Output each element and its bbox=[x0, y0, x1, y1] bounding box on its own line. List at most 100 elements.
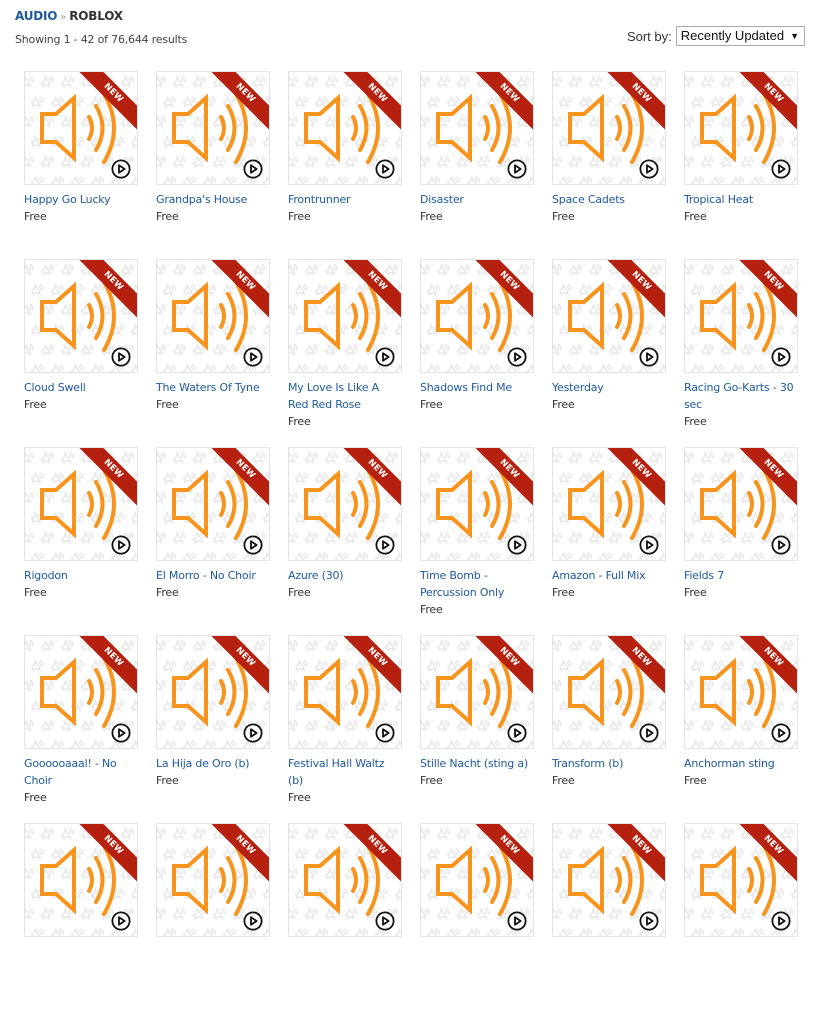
play-icon[interactable] bbox=[639, 347, 659, 367]
audio-thumbnail[interactable]: NEW bbox=[156, 447, 270, 561]
sort-select[interactable]: Recently Updated ▼ bbox=[675, 26, 805, 46]
audio-title-link[interactable]: Azure (30) bbox=[288, 567, 400, 584]
audio-thumbnail[interactable]: NEW bbox=[552, 259, 666, 373]
audio-title-link[interactable]: Shadows Find Me bbox=[420, 379, 532, 396]
audio-item: NEW Festival Hall Waltz (b) Free bbox=[288, 635, 402, 823]
audio-thumbnail[interactable]: NEW bbox=[420, 71, 534, 185]
audio-thumbnail[interactable]: NEW bbox=[24, 259, 138, 373]
audio-thumbnail[interactable]: NEW bbox=[684, 823, 798, 937]
audio-thumbnail[interactable]: NEW bbox=[420, 447, 534, 561]
audio-thumbnail[interactable]: NEW bbox=[156, 635, 270, 749]
audio-item: NEW El Morro - No Choir Free bbox=[156, 447, 270, 635]
play-icon[interactable] bbox=[507, 911, 527, 931]
audio-title-link[interactable]: Amazon - Full Mix bbox=[552, 567, 664, 584]
play-icon[interactable] bbox=[639, 723, 659, 743]
audio-item: NEW Yesterday Free bbox=[552, 259, 666, 447]
audio-title-link[interactable]: Festival Hall Waltz (b) bbox=[288, 755, 400, 789]
audio-thumbnail[interactable]: NEW bbox=[156, 259, 270, 373]
audio-title-link[interactable]: Stille Nacht (sting a) bbox=[420, 755, 532, 772]
audio-title-link[interactable]: Happy Go Lucky bbox=[24, 191, 136, 208]
play-icon[interactable] bbox=[771, 911, 791, 931]
audio-title-link[interactable]: Goooooaaal! - No Choir bbox=[24, 755, 136, 789]
play-icon[interactable] bbox=[243, 347, 263, 367]
play-icon[interactable] bbox=[375, 535, 395, 555]
play-icon[interactable] bbox=[771, 347, 791, 367]
audio-title-link[interactable]: El Morro - No Choir bbox=[156, 567, 268, 584]
play-icon[interactable] bbox=[639, 535, 659, 555]
audio-title-link[interactable]: My Love Is Like A Red Red Rose bbox=[288, 379, 400, 413]
audio-title-link[interactable]: Racing Go-Karts - 30 sec bbox=[684, 379, 796, 413]
audio-item: NEW Fields 7 Free bbox=[684, 447, 798, 635]
play-icon[interactable] bbox=[243, 159, 263, 179]
play-icon[interactable] bbox=[375, 723, 395, 743]
audio-thumbnail[interactable]: NEW bbox=[288, 447, 402, 561]
audio-title-link[interactable]: Fields 7 bbox=[684, 567, 796, 584]
audio-thumbnail[interactable]: NEW bbox=[24, 71, 138, 185]
audio-title-link[interactable]: La Hija de Oro (b) bbox=[156, 755, 268, 772]
play-icon[interactable] bbox=[507, 347, 527, 367]
play-icon[interactable] bbox=[243, 723, 263, 743]
play-icon[interactable] bbox=[243, 535, 263, 555]
play-icon[interactable] bbox=[375, 911, 395, 931]
audio-title-link[interactable]: Space Cadets bbox=[552, 191, 664, 208]
play-icon[interactable] bbox=[111, 347, 131, 367]
audio-item: NEW Disaster Free bbox=[420, 71, 534, 259]
play-icon[interactable] bbox=[507, 535, 527, 555]
audio-thumbnail[interactable]: NEW bbox=[288, 635, 402, 749]
play-icon[interactable] bbox=[507, 723, 527, 743]
audio-thumbnail[interactable]: NEW bbox=[288, 71, 402, 185]
audio-title-link[interactable]: Cloud Swell bbox=[24, 379, 136, 396]
play-icon[interactable] bbox=[639, 911, 659, 931]
audio-title-link[interactable]: Yesterday bbox=[552, 379, 664, 396]
audio-thumbnail[interactable]: NEW bbox=[288, 259, 402, 373]
audio-price: Free bbox=[552, 398, 575, 411]
audio-thumbnail[interactable]: NEW bbox=[420, 635, 534, 749]
play-icon[interactable] bbox=[111, 535, 131, 555]
play-icon[interactable] bbox=[243, 911, 263, 931]
audio-title-link[interactable]: The Waters Of Tyne bbox=[156, 379, 268, 396]
play-icon[interactable] bbox=[111, 159, 131, 179]
audio-item: NEW bbox=[420, 823, 534, 1011]
audio-thumbnail[interactable]: NEW bbox=[24, 447, 138, 561]
audio-thumbnail[interactable]: NEW bbox=[552, 635, 666, 749]
audio-title-link[interactable]: Disaster bbox=[420, 191, 532, 208]
audio-title-link[interactable]: Transform (b) bbox=[552, 755, 664, 772]
audio-title-link[interactable]: Time Bomb - Percussion Only bbox=[420, 567, 532, 601]
audio-thumbnail[interactable]: NEW bbox=[552, 823, 666, 937]
audio-thumbnail[interactable]: NEW bbox=[420, 823, 534, 937]
play-icon[interactable] bbox=[375, 159, 395, 179]
audio-title-link[interactable]: Tropical Heat bbox=[684, 191, 796, 208]
play-icon[interactable] bbox=[771, 723, 791, 743]
audio-title-link[interactable]: Rigodon bbox=[24, 567, 136, 584]
audio-title-link[interactable]: Frontrunner bbox=[288, 191, 400, 208]
audio-thumbnail[interactable]: NEW bbox=[684, 71, 798, 185]
play-icon[interactable] bbox=[507, 159, 527, 179]
audio-thumbnail[interactable]: NEW bbox=[156, 71, 270, 185]
audio-item: NEW Stille Nacht (sting a) Free bbox=[420, 635, 534, 823]
play-icon[interactable] bbox=[375, 347, 395, 367]
audio-thumbnail[interactable]: NEW bbox=[24, 635, 138, 749]
audio-price: Free bbox=[684, 586, 707, 599]
play-icon[interactable] bbox=[771, 535, 791, 555]
audio-title-link[interactable]: Grandpa's House bbox=[156, 191, 268, 208]
play-icon[interactable] bbox=[111, 723, 131, 743]
play-icon[interactable] bbox=[111, 911, 131, 931]
audio-price: Free bbox=[684, 415, 707, 428]
audio-thumbnail[interactable]: NEW bbox=[684, 447, 798, 561]
audio-thumbnail[interactable]: NEW bbox=[684, 259, 798, 373]
audio-thumbnail[interactable]: NEW bbox=[552, 71, 666, 185]
audio-thumbnail[interactable]: NEW bbox=[24, 823, 138, 937]
breadcrumb-audio-link[interactable]: AUDIO bbox=[15, 9, 57, 23]
audio-price: Free bbox=[420, 774, 443, 787]
audio-thumbnail[interactable]: NEW bbox=[684, 635, 798, 749]
audio-thumbnail[interactable]: NEW bbox=[288, 823, 402, 937]
audio-title-link[interactable]: Anchorman sting bbox=[684, 755, 796, 772]
play-icon[interactable] bbox=[771, 159, 791, 179]
audio-price: Free bbox=[156, 398, 179, 411]
audio-thumbnail[interactable]: NEW bbox=[420, 259, 534, 373]
audio-price: Free bbox=[24, 586, 47, 599]
sort-selected-value: Recently Updated bbox=[680, 28, 785, 43]
audio-thumbnail[interactable]: NEW bbox=[156, 823, 270, 937]
play-icon[interactable] bbox=[639, 159, 659, 179]
audio-thumbnail[interactable]: NEW bbox=[552, 447, 666, 561]
